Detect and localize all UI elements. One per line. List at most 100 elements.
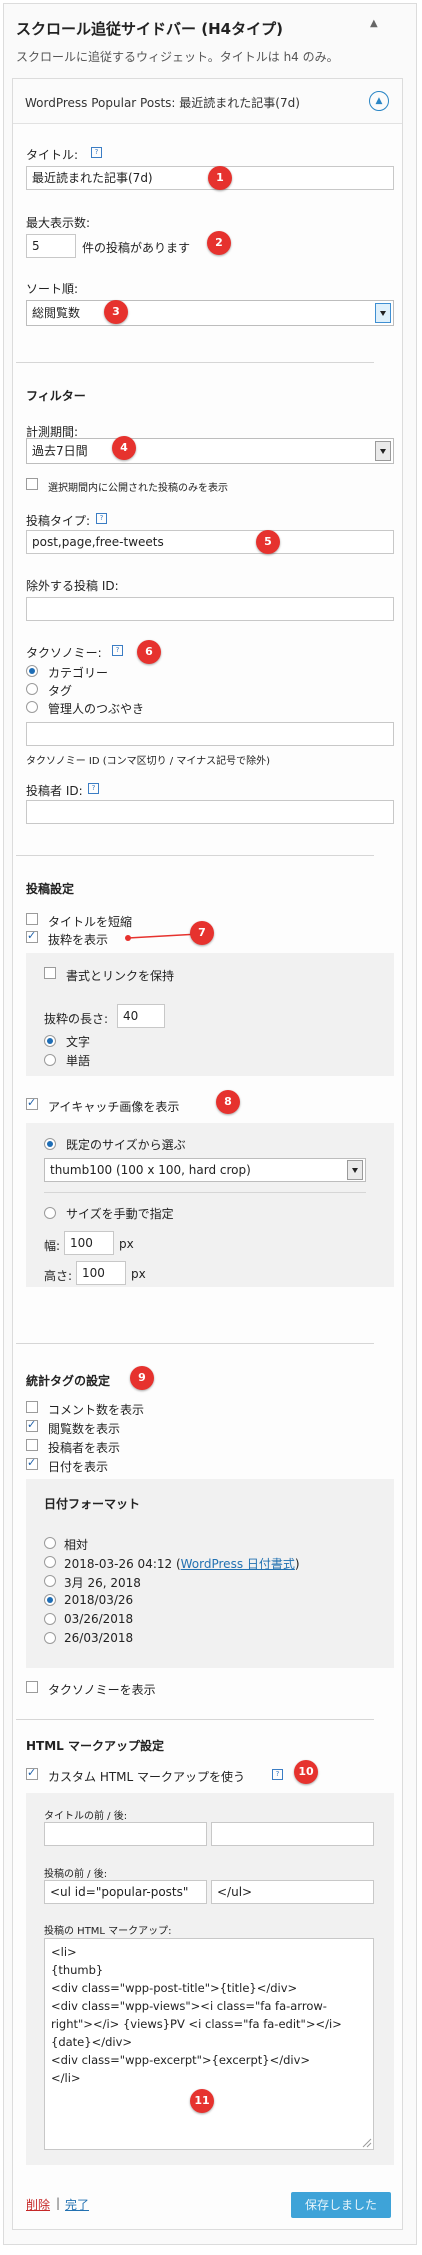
- collapse-up-icon[interactable]: ▲: [369, 91, 389, 111]
- taxonomy-radio-tag[interactable]: [26, 683, 38, 695]
- date-format-radio[interactable]: [44, 1537, 56, 1549]
- footer-separator: |: [56, 2196, 61, 2210]
- code-line: <div class="wpp-views"><i class="fa fa-a…: [51, 1999, 327, 2013]
- excerpt-length-label: 抜粋の長さ:: [44, 1012, 109, 1026]
- sort-label: ソート順:: [26, 282, 79, 296]
- excerpt-checkbox[interactable]: [26, 929, 38, 943]
- wordpress-date-format-link[interactable]: WordPress 日付書式: [181, 1557, 295, 1571]
- title-label: タイトル:: [26, 148, 79, 162]
- post-html-textarea[interactable]: <li> {thumb} <div class="wpp-post-title"…: [44, 1938, 374, 2150]
- excerpt-length-input[interactable]: 40: [117, 1004, 165, 1028]
- done-link[interactable]: 完了: [65, 2196, 89, 2213]
- exclude-input[interactable]: [26, 597, 394, 621]
- dropdown-arrow-icon: [375, 303, 391, 323]
- divider: [44, 1192, 366, 1193]
- shorten-title-label: タイトルを短縮: [48, 915, 133, 929]
- custom-markup-help-icon[interactable]: ?: [272, 1769, 283, 1780]
- divider: [16, 855, 374, 856]
- taxonomy-label: タクソノミー:: [26, 646, 102, 660]
- range-select[interactable]: 過去7日間: [26, 438, 394, 464]
- date-format-option: 03/26/2018: [64, 1612, 134, 1626]
- date-format-heading: 日付フォーマット: [44, 1497, 141, 1511]
- annotation-badge-1: 1: [208, 166, 232, 190]
- excerpt-unit-radio-chars[interactable]: [44, 1035, 56, 1047]
- taxonomy-radio-tweets[interactable]: [26, 701, 38, 713]
- posts-settings-heading: 投稿設定: [26, 882, 75, 896]
- title-before-input[interactable]: [44, 1822, 207, 1846]
- thumb-predefined-label: 既定のサイズから選ぶ: [66, 1138, 186, 1152]
- thumb-size-select[interactable]: thumb100 (100 x 100, hard crop): [44, 1158, 366, 1182]
- stat-author-label: 投稿者を表示: [48, 1441, 121, 1455]
- plugin-header-title: WordPress Popular Posts: 最近読まれた記事(7d): [25, 96, 300, 110]
- stat-comments-label: コメント数を表示: [48, 1403, 145, 1417]
- date-format-option: 相対: [64, 1538, 89, 1552]
- annotation-badge-5: 5: [256, 530, 280, 554]
- post-type-input[interactable]: post,page,free-tweets: [26, 530, 394, 554]
- excerpt-unit-radio-words[interactable]: [44, 1054, 56, 1066]
- taxonomy-radio-category[interactable]: [26, 665, 38, 677]
- author-help-icon[interactable]: ?: [88, 783, 99, 794]
- height-input[interactable]: 100: [76, 1261, 126, 1285]
- date-format-radio[interactable]: [44, 1632, 56, 1644]
- custom-markup-checkbox[interactable]: [26, 1766, 38, 1780]
- delete-link[interactable]: 削除: [26, 2196, 50, 2213]
- plugin-header[interactable]: WordPress Popular Posts: 最近読まれた記事(7d) ▲: [13, 79, 402, 124]
- taxonomy-help-icon[interactable]: ?: [112, 645, 123, 656]
- code-line: right"></i> {views}PV <i class="fa fa-ed…: [51, 2017, 342, 2031]
- date-format-option: 2018/03/26: [64, 1593, 134, 1607]
- date-format-option: 26/03/2018: [64, 1631, 134, 1645]
- keep-format-checkbox[interactable]: [44, 967, 56, 979]
- date-format-radio[interactable]: [44, 1575, 56, 1587]
- taxonomy-option-tweets: 管理人のつぶやき: [48, 702, 145, 716]
- save-button[interactable]: 保存しました: [291, 2192, 391, 2218]
- author-label: 投稿者 ID:: [26, 784, 83, 798]
- annotation-badge-4: 4: [112, 436, 136, 460]
- date-format-option: 2018-03-26 04:12 (WordPress 日付書式): [64, 1557, 300, 1571]
- thumb-manual-radio[interactable]: [44, 1207, 56, 1219]
- date-format-radio[interactable]: [44, 1556, 56, 1568]
- thumb-predefined-radio[interactable]: [44, 1138, 56, 1150]
- stat-author-checkbox[interactable]: [26, 1439, 38, 1451]
- date-format-radio[interactable]: [44, 1594, 56, 1606]
- annotation-badge-10: 10: [294, 1760, 318, 1784]
- thumb-size-value: thumb100 (100 x 100, hard crop): [50, 1163, 251, 1177]
- thumbnail-checkbox[interactable]: [26, 1096, 38, 1110]
- title-help-icon[interactable]: ?: [91, 147, 102, 158]
- author-input[interactable]: [26, 800, 394, 824]
- posts-wrap-label: 投稿の前 / 後:: [44, 1869, 108, 1880]
- posts-before-input[interactable]: <ul id="popular-posts": [44, 1880, 207, 1904]
- resize-handle-icon[interactable]: [362, 2138, 372, 2148]
- divider: [16, 1719, 374, 1720]
- widget-title: スクロール追従サイドバー (H4タイプ): [16, 20, 283, 38]
- excerpt-unit-words: 単語: [66, 1054, 91, 1068]
- excerpt-unit-chars: 文字: [66, 1035, 91, 1049]
- code-line: {thumb}: [51, 1963, 104, 1977]
- shorten-title-checkbox[interactable]: [26, 913, 38, 925]
- date-format-radio[interactable]: [44, 1613, 56, 1625]
- stat-taxonomy-checkbox[interactable]: [26, 1681, 38, 1693]
- stat-comments-checkbox[interactable]: [26, 1401, 38, 1413]
- dropdown-arrow-icon: [375, 441, 391, 461]
- thumbnail-label: アイキャッチ画像を表示: [48, 1100, 180, 1114]
- custom-markup-label: カスタム HTML マークアップを使う: [48, 1770, 246, 1784]
- sort-select[interactable]: 総閲覧数: [26, 300, 394, 326]
- markup-heading: HTML マークアップ設定: [26, 1739, 164, 1753]
- widget-collapse-caret-icon[interactable]: ▲: [370, 18, 378, 29]
- code-line: <div class="wpp-excerpt">{excerpt}</div>: [51, 2053, 311, 2067]
- code-line: <li>: [51, 1945, 77, 1959]
- filters-heading: フィルター: [26, 389, 86, 403]
- excerpt-label: 抜粋を表示: [48, 933, 109, 947]
- stat-date-checkbox[interactable]: [26, 1456, 38, 1470]
- post-type-help-icon[interactable]: ?: [96, 513, 107, 524]
- width-input[interactable]: 100: [64, 1231, 114, 1255]
- freshness-checkbox[interactable]: [26, 478, 38, 490]
- limit-input[interactable]: 5: [26, 234, 76, 258]
- posts-after-input[interactable]: </ul>: [211, 1880, 374, 1904]
- stat-views-checkbox[interactable]: [26, 1418, 38, 1432]
- date-format-option-text: 2018-03-26 04:12: [64, 1557, 173, 1571]
- limit-label: 最大表示数:: [26, 216, 91, 230]
- title-after-input[interactable]: [211, 1822, 374, 1846]
- title-wrap-label: タイトルの前 / 後:: [44, 1811, 128, 1822]
- width-label: 幅:: [44, 1239, 61, 1253]
- taxonomy-ids-input[interactable]: [26, 722, 394, 746]
